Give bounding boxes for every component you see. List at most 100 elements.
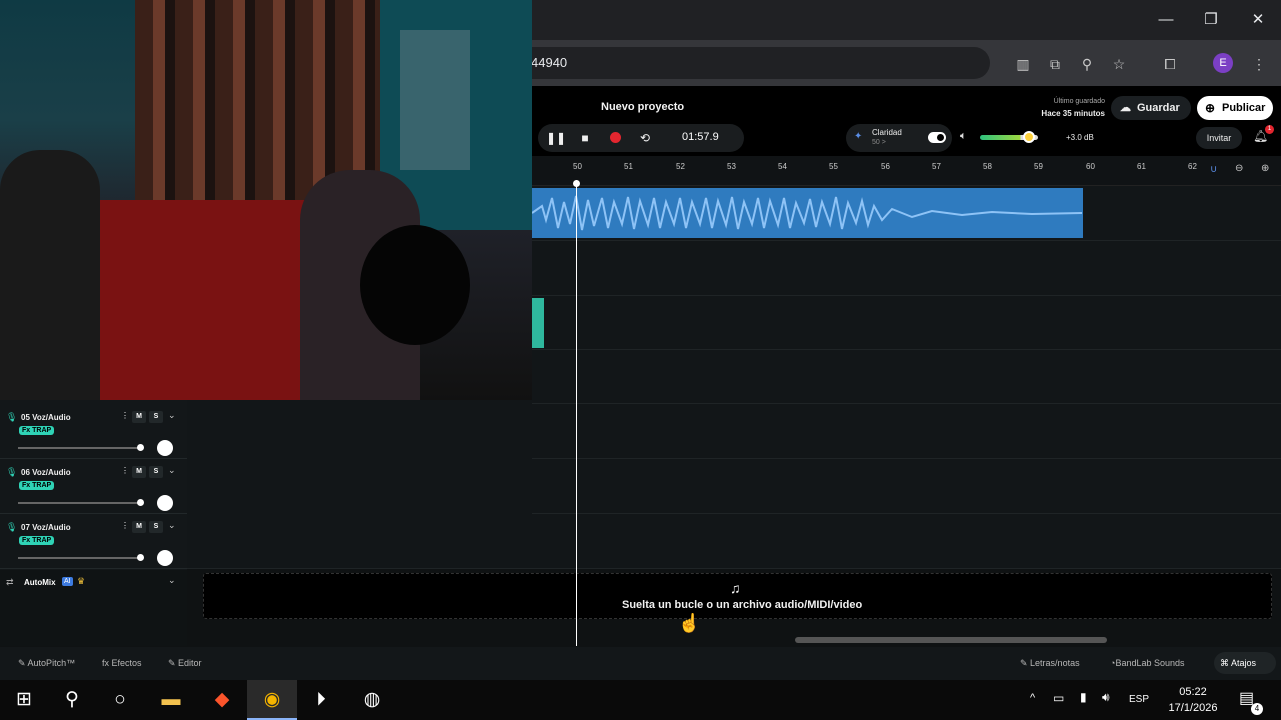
solo-button[interactable]: S bbox=[149, 411, 163, 423]
windows-start-icon[interactable]: ⊞ bbox=[10, 686, 38, 714]
editor-button[interactable]: ✎ Editor bbox=[168, 658, 202, 669]
track-name[interactable]: 05 Voz/Audio bbox=[21, 413, 71, 422]
audio-clip-edge[interactable] bbox=[532, 298, 544, 348]
lane-divider bbox=[0, 568, 1281, 569]
save-button[interactable]: ☁ Guardar bbox=[1111, 96, 1191, 120]
menu-icon[interactable]: ⋮ bbox=[1247, 53, 1271, 75]
record-icon[interactable] bbox=[610, 132, 621, 143]
slider-handle[interactable] bbox=[137, 444, 144, 451]
piano-icon[interactable]: ▥ bbox=[1011, 53, 1035, 75]
horizontal-scrollbar[interactable] bbox=[795, 637, 1107, 643]
profile-avatar[interactable]: E bbox=[1213, 53, 1233, 73]
track-lanes-left[interactable] bbox=[187, 400, 532, 568]
star-icon[interactable]: ☆ bbox=[1107, 53, 1131, 75]
automix-row[interactable]: ⇄ AutoMix AI ♛ ⌄ bbox=[0, 570, 187, 596]
command-icon: ⌘ bbox=[1220, 658, 1232, 668]
mute-button[interactable]: M bbox=[132, 411, 146, 423]
playhead[interactable] bbox=[576, 180, 577, 646]
fx-badge[interactable]: Fx TRAP bbox=[19, 481, 55, 490]
slider-handle[interactable] bbox=[137, 499, 144, 506]
windows-taskbar bbox=[0, 680, 1281, 720]
red-chair bbox=[90, 200, 310, 400]
fx-badge[interactable]: Fx TRAP bbox=[19, 536, 55, 545]
chevron-up-icon[interactable]: ^ bbox=[1030, 692, 1035, 704]
project-name[interactable]: Nuevo proyecto bbox=[601, 101, 684, 113]
ruler-tick: 59 bbox=[1034, 162, 1043, 171]
solo-button[interactable]: S bbox=[149, 521, 163, 533]
close-icon[interactable]: ✕ bbox=[1245, 8, 1271, 32]
ruler-tick: 53 bbox=[727, 162, 736, 171]
track-header[interactable]: 🎙︎ 07 Voz/Audio Fx TRAP ⋮ M S ⌄ bbox=[0, 514, 187, 569]
solo-button[interactable]: S bbox=[149, 466, 163, 478]
task-view-icon[interactable]: ○ bbox=[106, 686, 134, 714]
pause-icon[interactable]: ❚❚ bbox=[546, 129, 566, 147]
playhead-handle[interactable] bbox=[573, 180, 580, 187]
audio-clip[interactable] bbox=[532, 188, 1083, 238]
zoom-in-icon[interactable]: ⊕ bbox=[1261, 163, 1269, 174]
sounds-label: BandLab Sounds bbox=[1115, 658, 1185, 668]
network-icon[interactable]: ▭ bbox=[1053, 691, 1064, 705]
clarity-icon: ✦ bbox=[854, 131, 863, 142]
restore-icon[interactable]: ❐ bbox=[1198, 8, 1224, 32]
invite-button[interactable]: Invitar bbox=[1196, 127, 1242, 149]
track-volume-slider[interactable] bbox=[18, 557, 140, 559]
autopitch-icon: ✎ bbox=[18, 658, 28, 668]
minimize-icon[interactable]: — bbox=[1153, 8, 1179, 32]
fx-badge[interactable]: Fx TRAP bbox=[19, 426, 55, 435]
track-volume-slider[interactable] bbox=[18, 447, 140, 449]
autopitch-button[interactable]: ✎ AutoPitch™ bbox=[18, 658, 75, 669]
ruler-tick: 52 bbox=[676, 162, 685, 171]
publish-button[interactable]: ⊕ Publicar bbox=[1197, 96, 1273, 120]
lyrics-label: Letras/notas bbox=[1030, 658, 1080, 668]
bandlab-sounds-button[interactable]: ◔BandLab Sounds bbox=[1110, 658, 1185, 668]
language-indicator[interactable]: ESP bbox=[1129, 694, 1149, 705]
track-name[interactable]: 06 Voz/Audio bbox=[21, 468, 71, 477]
slider-handle[interactable] bbox=[137, 554, 144, 561]
chevron-down-icon[interactable]: ⌄ bbox=[168, 520, 176, 531]
timeline-ruler[interactable]: 50 51 52 53 54 55 56 57 58 59 60 61 62 ∪… bbox=[532, 156, 1281, 186]
track-menu-icon[interactable]: ⋮ bbox=[121, 521, 129, 530]
speaker-icon[interactable]: 🔈︎ bbox=[960, 130, 967, 143]
chevron-down-icon[interactable]: ⌄ bbox=[168, 465, 176, 476]
lyrics-button[interactable]: ✎ Letras/notas bbox=[1020, 658, 1080, 669]
automix-label: AutoMix bbox=[24, 578, 56, 587]
mute-button[interactable]: M bbox=[132, 521, 146, 533]
track-lanes[interactable] bbox=[532, 186, 1281, 568]
drop-zone-text: Suelta un bucle o un archivo audio/MIDI/… bbox=[622, 599, 863, 611]
zoom-out-icon[interactable]: ⊖ bbox=[1235, 163, 1243, 174]
chevron-down-icon[interactable]: ⌄ bbox=[168, 410, 176, 421]
media-player-icon[interactable]: ⏵ bbox=[307, 686, 335, 714]
install-app-icon[interactable]: ⧉ bbox=[1043, 53, 1067, 75]
pan-knob[interactable] bbox=[157, 495, 173, 511]
microphone-icon[interactable]: ▮ bbox=[1080, 690, 1087, 704]
effects-button[interactable]: fx Efectos bbox=[102, 658, 142, 668]
volume-icon[interactable]: 🔊︎ bbox=[1102, 690, 1110, 705]
extensions-icon[interactable]: ⧠ bbox=[1158, 53, 1182, 75]
mic-icon: 🎙︎ bbox=[6, 522, 18, 532]
recorder-icon[interactable]: ◍ bbox=[358, 686, 386, 714]
pan-knob[interactable] bbox=[157, 440, 173, 456]
system-clock[interactable]: 05:22 17/1/2026 bbox=[1162, 684, 1224, 716]
clarity-toggle[interactable] bbox=[928, 132, 946, 143]
track-header[interactable]: 🎙︎ 06 Voz/Audio Fx TRAP ⋮ M S ⌄ bbox=[0, 459, 187, 514]
track-menu-icon[interactable]: ⋮ bbox=[121, 411, 129, 420]
zoom-icon[interactable]: ⚲ bbox=[1075, 53, 1099, 75]
shortcuts-button[interactable]: ⌘ Atajos bbox=[1214, 652, 1276, 674]
magnet-icon[interactable]: ∪ bbox=[1210, 164, 1217, 175]
loop-icon[interactable]: ⟲ bbox=[636, 129, 654, 147]
brave-icon[interactable]: ◆ bbox=[208, 686, 236, 714]
mute-button[interactable]: M bbox=[132, 466, 146, 478]
track-menu-icon[interactable]: ⋮ bbox=[121, 466, 129, 475]
chevron-down-icon[interactable]: ⌄ bbox=[168, 575, 176, 586]
volume-knob[interactable] bbox=[1023, 131, 1035, 143]
file-explorer-icon[interactable]: ▬ bbox=[157, 686, 185, 714]
pan-knob[interactable] bbox=[157, 550, 173, 566]
time-display: 01:57.9 bbox=[682, 131, 719, 143]
track-header[interactable]: 🎙︎ 05 Voz/Audio Fx TRAP ⋮ M S ⌄ bbox=[0, 404, 187, 459]
chrome-icon[interactable]: ◉ bbox=[258, 686, 286, 714]
search-icon[interactable]: ⚲ bbox=[58, 686, 86, 714]
last-saved-label: Último guardado bbox=[1053, 98, 1105, 105]
track-volume-slider[interactable] bbox=[18, 502, 140, 504]
stop-icon[interactable]: ■ bbox=[576, 129, 594, 147]
track-name[interactable]: 07 Voz/Audio bbox=[21, 523, 71, 532]
